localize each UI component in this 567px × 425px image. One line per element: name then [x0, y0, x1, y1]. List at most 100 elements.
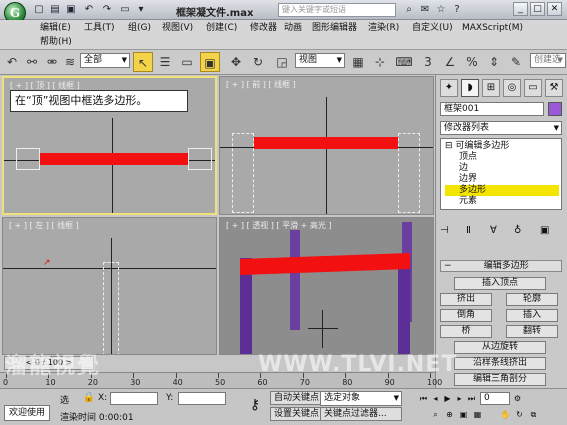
viewport-perspective[interactable]: [ + ] [ 透视 ] [ 平滑 + 高光 ]	[219, 217, 434, 355]
select-manipulate-icon[interactable]: ⊹	[370, 52, 390, 72]
menu-modifiers[interactable]: 修改器	[250, 22, 277, 34]
minimize-icon[interactable]: _	[513, 2, 528, 16]
key-mode-icon[interactable]: ⚷	[244, 397, 266, 417]
extrude-along-spline-button[interactable]: 沿样条线挤出	[454, 357, 546, 370]
project-folder-icon[interactable]: ▭	[118, 3, 132, 16]
pin-stack-icon[interactable]: ⊣	[440, 225, 454, 237]
unlink-icon[interactable]: ⚮	[42, 52, 62, 72]
menu-rendering[interactable]: 渲染(R)	[368, 22, 399, 34]
select-rotate-icon[interactable]: ↻	[248, 52, 268, 72]
select-link-icon[interactable]: ⚯	[22, 52, 42, 72]
maximize-viewport-icon[interactable]: ⧉	[528, 409, 539, 421]
zoom-icon[interactable]: ⌕	[430, 409, 441, 421]
zoom-region-icon[interactable]: ▦	[472, 409, 483, 421]
motion-tab-icon[interactable]: ◎	[503, 79, 521, 97]
create-tab-icon[interactable]: ✦	[440, 79, 458, 97]
menu-views[interactable]: 视图(V)	[162, 22, 193, 34]
select-object-icon[interactable]: ↖	[133, 52, 153, 72]
viewport-perspective-label[interactable]: [ + ] [ 透视 ] [ 平滑 + 高光 ]	[226, 220, 332, 231]
maxscript-listener[interactable]: 欢迎使用	[4, 405, 50, 421]
bridge-button[interactable]: 桥	[440, 325, 492, 338]
flip-button[interactable]: 翻转	[506, 325, 558, 338]
snaps-toggle-icon[interactable]: 3	[418, 52, 438, 72]
quick-access-dropdown-icon[interactable]: ▾	[134, 3, 148, 16]
pivot-center-icon[interactable]: ▦	[348, 52, 368, 72]
key-filter-select[interactable]: 选定对象	[320, 391, 402, 406]
stack-item-edge[interactable]: 边	[459, 163, 468, 174]
stack-item-editable-poly[interactable]: ⊟ 可编辑多边形	[445, 141, 509, 152]
viewport-left-label[interactable]: [ + ] [ 左 ] [ 线框 ]	[9, 220, 79, 231]
object-name-field[interactable]: 框架001	[440, 102, 544, 116]
outline-button[interactable]: 轮廓	[506, 293, 558, 306]
menu-create[interactable]: 创建(C)	[206, 22, 237, 34]
menu-edit[interactable]: 编辑(E)	[40, 22, 71, 34]
edit-triangulation-button[interactable]: 编辑三角剖分	[454, 373, 546, 386]
set-key-button[interactable]: 设置关键点	[270, 407, 324, 421]
create-selection-set-select[interactable]: 创建选	[530, 53, 566, 68]
select-scale-icon[interactable]: ◲	[272, 52, 292, 72]
menu-help[interactable]: 帮助(H)	[40, 36, 72, 48]
stack-item-element[interactable]: 元素	[459, 196, 477, 207]
current-frame-field[interactable]: 0	[480, 392, 510, 405]
open-file-icon[interactable]: ▤	[48, 3, 62, 16]
insert-vertex-button[interactable]: 插入顶点	[454, 277, 546, 290]
y-coord-field[interactable]	[178, 392, 226, 405]
search-input[interactable]: 键入关键字或短语	[278, 3, 396, 17]
stack-item-vertex[interactable]: 顶点	[459, 152, 477, 163]
window-crossing-icon[interactable]: ▣	[200, 52, 220, 72]
make-unique-icon[interactable]: ∀	[490, 225, 504, 237]
bind-space-warp-icon[interactable]: ≋	[60, 52, 80, 72]
menu-graph-editors[interactable]: 图形编辑器	[312, 22, 357, 34]
play-icon[interactable]: ▶	[442, 393, 453, 405]
search-icon[interactable]: ⌕	[402, 3, 416, 16]
stack-item-polygon[interactable]: 多边形	[445, 185, 559, 196]
x-coord-field[interactable]	[110, 392, 158, 405]
spinner-snap-icon[interactable]: ⇕	[484, 52, 504, 72]
bevel-button[interactable]: 倒角	[440, 309, 492, 322]
star-icon[interactable]: ☆	[434, 3, 448, 16]
hinge-from-edge-button[interactable]: 从边旋转	[454, 341, 546, 354]
new-file-icon[interactable]: ▢	[32, 3, 46, 16]
close-icon[interactable]: ✕	[547, 2, 562, 16]
zoom-extents-icon[interactable]: ▣	[458, 409, 469, 421]
select-move-icon[interactable]: ✥	[226, 52, 246, 72]
menu-customize[interactable]: 自定义(U)	[412, 22, 453, 34]
menu-group[interactable]: 组(G)	[128, 22, 151, 34]
undo-icon[interactable]: ↶	[82, 3, 96, 16]
go-to-end-icon[interactable]: ⏭	[466, 393, 477, 405]
select-by-name-icon[interactable]: ☰	[155, 52, 175, 72]
menu-tools[interactable]: 工具(T)	[84, 22, 115, 34]
extrude-button[interactable]: 挤出	[440, 293, 492, 306]
viewport-front[interactable]: [ + ] [ 前 ] [ 线框 ]	[219, 76, 434, 215]
reference-coordinate-select[interactable]: 视图	[295, 53, 345, 68]
configure-modifier-sets-icon[interactable]: ▣	[540, 225, 554, 237]
pan-view-icon[interactable]: ✋	[500, 409, 511, 421]
undo-toolbar-icon[interactable]: ↶	[2, 52, 22, 72]
maximize-icon[interactable]: □	[530, 2, 545, 16]
utilities-tab-icon[interactable]: ⚒	[545, 79, 563, 97]
zoom-all-icon[interactable]: ⊕	[444, 409, 455, 421]
save-file-icon[interactable]: ▣	[64, 3, 78, 16]
edit-named-selection-icon[interactable]: ✎	[506, 52, 526, 72]
display-tab-icon[interactable]: ▭	[524, 79, 542, 97]
modify-tab-icon[interactable]: ◗	[461, 79, 479, 97]
previous-frame-icon[interactable]: ◂	[430, 393, 441, 405]
subscription-icon[interactable]: ✉	[418, 3, 432, 16]
rollout-edit-polygons[interactable]: − 编辑多边形	[440, 260, 562, 272]
angle-snap-icon[interactable]: ∠	[440, 52, 460, 72]
help-icon[interactable]: ?	[450, 3, 464, 16]
stack-item-border[interactable]: 边界	[459, 174, 477, 185]
selection-filter-select[interactable]: 全部	[80, 53, 130, 68]
redo-icon[interactable]: ↷	[100, 3, 114, 16]
rectangular-selection-icon[interactable]: ▭	[177, 52, 197, 72]
time-config-icon[interactable]: ⚙	[512, 393, 523, 405]
remove-modifier-icon[interactable]: ♁	[514, 225, 528, 237]
lock-selection-icon[interactable]: 🔒	[82, 392, 96, 405]
show-end-result-icon[interactable]: Ⅱ	[466, 225, 480, 237]
modifier-list-select[interactable]: 修改器列表 ▼	[440, 121, 562, 135]
viewport-left[interactable]: [ + ] [ 左 ] [ 线框 ] ↗	[2, 217, 217, 355]
go-to-start-icon[interactable]: ⏮	[418, 393, 429, 405]
menu-maxscript[interactable]: MAXScript(M)	[462, 22, 523, 34]
key-filters-button[interactable]: 关键点过滤器...	[320, 407, 402, 421]
keyboard-shortcut-icon[interactable]: ⌨	[394, 52, 414, 72]
